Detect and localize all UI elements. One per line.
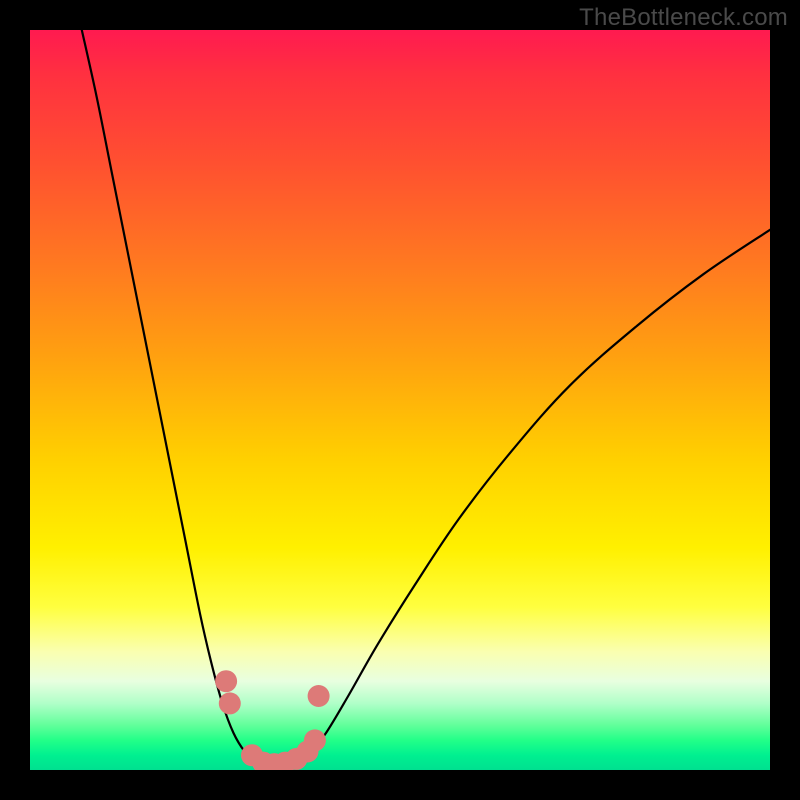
marker-dot <box>308 685 330 707</box>
plot-area <box>30 30 770 770</box>
watermark-text: TheBottleneck.com <box>579 4 788 32</box>
marker-dot <box>304 729 326 751</box>
marker-dot <box>215 670 237 692</box>
markers-layer <box>30 30 770 770</box>
scatter-markers <box>215 670 330 770</box>
marker-dot <box>219 692 241 714</box>
chart-frame: TheBottleneck.com <box>0 0 800 800</box>
